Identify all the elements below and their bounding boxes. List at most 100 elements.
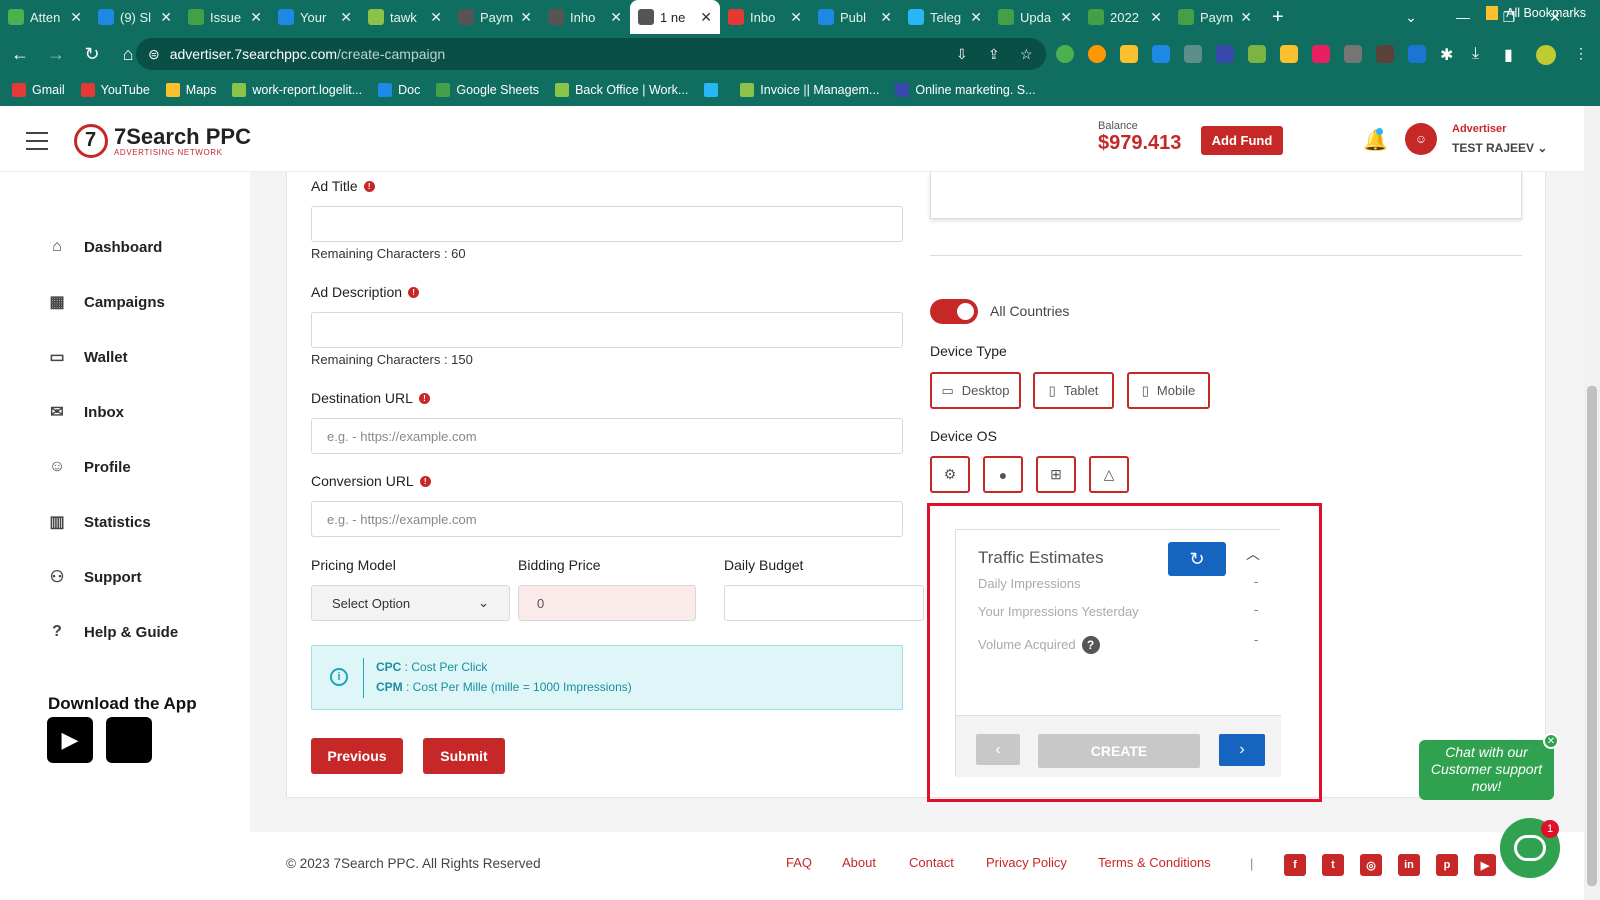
- reload-icon[interactable]: ↻: [76, 38, 108, 70]
- browser-menu-icon[interactable]: ⋮: [1574, 45, 1592, 63]
- bookmark-item[interactable]: work-report.logelit...: [232, 83, 362, 97]
- tab-close-icon[interactable]: ✕: [340, 9, 352, 26]
- prev-step-button[interactable]: ‹: [976, 734, 1020, 765]
- daily-budget-input[interactable]: [724, 585, 924, 621]
- bookmark-item[interactable]: Google Sheets: [436, 83, 539, 97]
- back-icon[interactable]: ←: [4, 38, 36, 70]
- google-play-button[interactable]: ▶: [47, 717, 93, 763]
- os-windows-button[interactable]: ⊞: [1036, 456, 1076, 493]
- tab-close-icon[interactable]: ✕: [790, 9, 802, 26]
- refresh-button[interactable]: ↻: [1168, 542, 1226, 576]
- info-icon[interactable]: !: [363, 180, 375, 192]
- menu-toggle-icon[interactable]: [26, 132, 48, 156]
- sidebar-item-campaigns[interactable]: ▦ Campaigns: [48, 293, 164, 312]
- extension-icon[interactable]: [1312, 45, 1330, 63]
- tab-close-icon[interactable]: ✕: [1240, 9, 1252, 26]
- bookmark-item[interactable]: Maps: [165, 83, 216, 97]
- tab-close-icon[interactable]: ✕: [880, 9, 892, 26]
- os-apple-button[interactable]: ●: [983, 456, 1023, 493]
- browser-tab[interactable]: Your ✕: [270, 0, 360, 34]
- bookmark-item[interactable]: Gmail: [12, 83, 65, 97]
- app-store-button[interactable]: [106, 717, 152, 763]
- site-info-icon[interactable]: ⊜: [148, 46, 160, 63]
- help-icon[interactable]: ?: [1081, 636, 1100, 654]
- sidebar-item-wallet[interactable]: ▭ Wallet: [48, 348, 127, 367]
- extension-link-icon[interactable]: [1184, 45, 1202, 63]
- profile-avatar-icon[interactable]: [1536, 45, 1556, 65]
- pinterest-icon[interactable]: p: [1436, 854, 1458, 876]
- ad-description-input[interactable]: [311, 312, 903, 348]
- downloads-icon[interactable]: ⤓: [1472, 45, 1490, 63]
- browser-tab[interactable]: Publ ✕: [810, 0, 900, 34]
- user-avatar-icon[interactable]: ☺: [1405, 123, 1437, 155]
- footer-link-terms[interactable]: Terms & Conditions: [1098, 855, 1211, 870]
- tab-close-icon[interactable]: ✕: [610, 9, 622, 26]
- sidebar-item-dashboard[interactable]: ⌂ Dashboard: [48, 238, 162, 256]
- browser-tab[interactable]: Inho ✕: [540, 0, 630, 34]
- footer-link-contact[interactable]: Contact: [909, 855, 954, 870]
- extension-icon[interactable]: [1120, 45, 1138, 63]
- share-icon[interactable]: ⇪: [988, 46, 1000, 63]
- extension-icon[interactable]: [1216, 45, 1234, 63]
- page-scrollbar[interactable]: [1584, 106, 1600, 900]
- next-step-button[interactable]: ›: [1219, 734, 1265, 766]
- sidebar-item-support[interactable]: ⚇ Support: [48, 568, 142, 587]
- browser-tab[interactable]: Inbo ✕: [720, 0, 810, 34]
- chevron-up-icon[interactable]: ︿: [1246, 544, 1260, 564]
- ad-title-input[interactable]: [311, 206, 903, 242]
- bookmark-item[interactable]: Online marketing. S...: [895, 83, 1036, 97]
- side-panel-icon[interactable]: ▮: [1504, 45, 1522, 64]
- browser-tab[interactable]: Upda ✕: [990, 0, 1080, 34]
- device-tablet-button[interactable]: ▯ Tablet: [1033, 372, 1114, 409]
- star-icon[interactable]: ☆: [1020, 46, 1033, 63]
- bookmark-item[interactable]: YouTube: [80, 83, 150, 97]
- browser-tab[interactable]: Issue ✕: [180, 0, 270, 34]
- conversion-url-input[interactable]: e.g. - https://example.com: [311, 501, 903, 537]
- close-icon[interactable]: ✕: [1543, 733, 1559, 749]
- browser-tab[interactable]: (9) Sl ✕: [90, 0, 180, 34]
- browser-tab[interactable]: Paym ✕: [1170, 0, 1260, 34]
- extension-icon[interactable]: [1248, 45, 1266, 63]
- linkedin-icon[interactable]: in: [1398, 854, 1420, 876]
- minimize-icon[interactable]: —: [1440, 0, 1486, 34]
- sidebar-item-statistics[interactable]: ▥ Statistics: [48, 513, 150, 532]
- device-mobile-button[interactable]: ▯ Mobile: [1127, 372, 1210, 409]
- tab-search-icon[interactable]: ⌄: [1388, 0, 1434, 34]
- info-icon[interactable]: !: [419, 475, 431, 487]
- browser-tab[interactable]: tawk ✕: [360, 0, 450, 34]
- tab-close-icon[interactable]: ✕: [1060, 9, 1072, 26]
- bookmark-item[interactable]: Doc: [378, 83, 420, 97]
- create-button[interactable]: CREATE: [1038, 734, 1200, 768]
- instagram-icon[interactable]: ◎: [1360, 854, 1382, 876]
- tab-close-icon[interactable]: ✕: [700, 9, 712, 26]
- twitter-icon[interactable]: t: [1322, 854, 1344, 876]
- extension-icon[interactable]: [1280, 45, 1298, 63]
- browser-tab[interactable]: Paym ✕: [450, 0, 540, 34]
- user-menu[interactable]: TEST RAJEEV ⌄: [1452, 141, 1547, 155]
- scrollbar-thumb[interactable]: [1587, 386, 1597, 886]
- extension-icon[interactable]: [1376, 45, 1394, 63]
- extensions-puzzle-icon[interactable]: ✱: [1440, 45, 1458, 64]
- device-desktop-button[interactable]: ▭ Desktop: [930, 372, 1021, 409]
- all-bookmarks-button[interactable]: All Bookmarks: [1486, 6, 1586, 20]
- destination-url-input[interactable]: e.g. - https://example.com: [311, 418, 903, 454]
- footer-link-privacy[interactable]: Privacy Policy: [986, 855, 1067, 870]
- tab-close-icon[interactable]: ✕: [430, 9, 442, 26]
- bidding-price-input[interactable]: 0: [518, 585, 696, 621]
- browser-tab[interactable]: 1 ne ✕: [630, 0, 720, 34]
- sidebar-item-profile[interactable]: ☺ Profile: [48, 458, 131, 476]
- new-tab-button[interactable]: +: [1272, 6, 1284, 29]
- os-android-button[interactable]: ⚙: [930, 456, 970, 493]
- tab-close-icon[interactable]: ✕: [250, 9, 262, 26]
- previous-button[interactable]: Previous: [311, 738, 403, 774]
- add-fund-button[interactable]: Add Fund: [1201, 126, 1283, 155]
- tab-close-icon[interactable]: ✕: [970, 9, 982, 26]
- bookmark-item[interactable]: Back Office | Work...: [555, 83, 688, 97]
- youtube-icon[interactable]: ▶: [1474, 854, 1496, 876]
- info-icon[interactable]: !: [408, 286, 420, 298]
- sidebar-item-help-guide[interactable]: ? Help & Guide: [48, 623, 178, 641]
- forward-icon[interactable]: →: [40, 38, 72, 70]
- browser-tab[interactable]: Teleg ✕: [900, 0, 990, 34]
- address-bar[interactable]: ⊜ advertiser.7searchppc.com/create-campa…: [136, 38, 1046, 70]
- browser-tab[interactable]: 2022 ✕: [1080, 0, 1170, 34]
